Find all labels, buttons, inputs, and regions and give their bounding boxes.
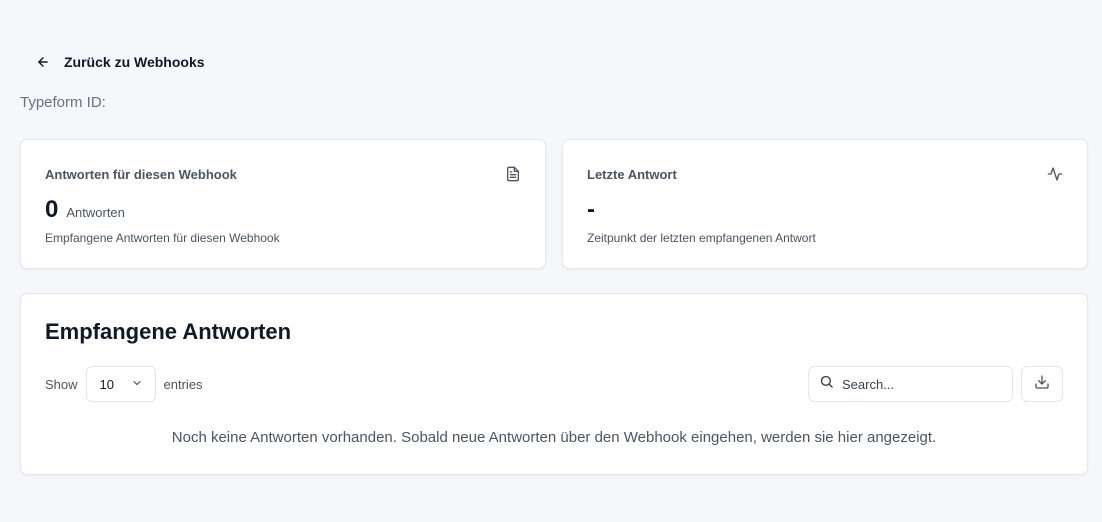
stat-subtitle: Zeitpunkt der letzten empfangenen Antwor…	[587, 231, 816, 245]
webhook-detail-page: Zurück zu Webhooks Typeform ID: Antworte…	[0, 0, 1102, 522]
search-input[interactable]	[842, 376, 992, 392]
page-size-select[interactable]: 10	[85, 366, 156, 402]
stat-title: Letzte Antwort	[587, 167, 677, 182]
stat-value-row: 0 Antworten	[45, 196, 125, 224]
last-response-card: Letzte Antwort - Zeitpunkt der letzten e…	[562, 139, 1088, 269]
download-icon	[1034, 374, 1050, 395]
entries-label: entries	[163, 376, 203, 392]
back-to-webhooks-link[interactable]: Zurück zu Webhooks	[26, 48, 215, 76]
stat-unit: Antworten	[66, 205, 125, 220]
show-label: Show	[45, 376, 78, 392]
typeform-id-label: Typeform ID:	[20, 94, 106, 111]
search-icon	[819, 374, 834, 394]
responses-count-card: Antworten für diesen Webhook 0 Antworten…	[20, 139, 546, 269]
chevron-down-icon	[131, 377, 143, 392]
stat-title: Antworten für diesen Webhook	[45, 167, 237, 182]
document-icon	[505, 166, 521, 182]
stat-subtitle: Empfangene Antworten für diesen Webhook	[45, 231, 280, 245]
responses-table-card: Empfangene Antworten Show 10 entries Sea…	[20, 293, 1088, 475]
table-title: Empfangene Antworten	[45, 319, 292, 344]
activity-icon	[1047, 166, 1063, 182]
arrow-left-icon	[36, 55, 50, 69]
search-box	[808, 366, 1013, 402]
stat-value: 0	[45, 196, 59, 223]
download-button[interactable]	[1021, 366, 1063, 402]
stat-value-row: -	[587, 196, 595, 224]
page-size-value: 10	[99, 376, 114, 392]
back-link-label: Zurück zu Webhooks	[64, 54, 205, 70]
stat-value: -	[587, 196, 595, 223]
empty-state-message: Noch keine Antworten vorhanden. Sobald n…	[171, 429, 937, 446]
page-size-control: Show 10 entries	[45, 366, 203, 402]
